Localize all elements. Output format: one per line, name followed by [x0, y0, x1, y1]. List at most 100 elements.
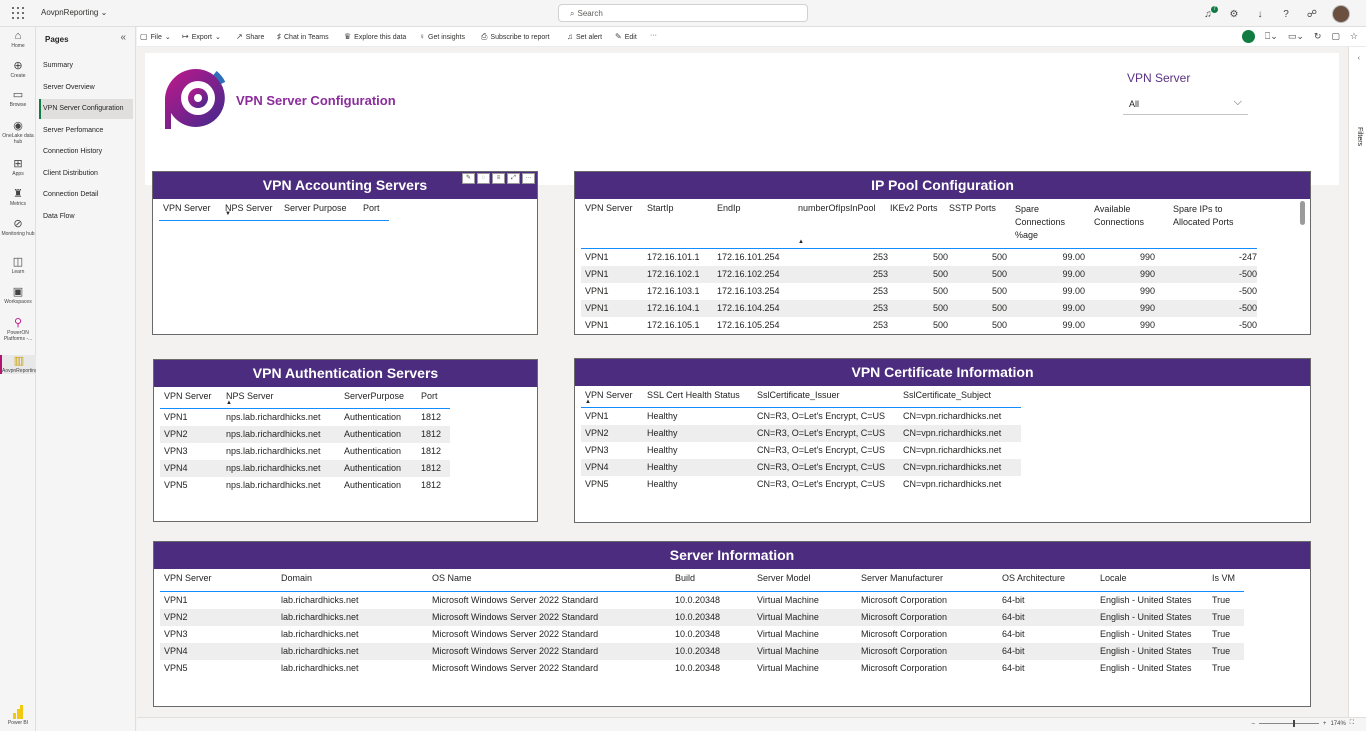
column-header[interactable]: Locale	[1100, 573, 1127, 583]
share-feedback-icon[interactable]: ☍	[1306, 9, 1318, 20]
filters-pane[interactable]: ‹ Filters	[1348, 47, 1366, 717]
column-header[interactable]: numberOfIpsInPool	[798, 203, 876, 213]
server-info-table[interactable]: Server Information VPN Server Domain OS Na…	[153, 541, 1311, 707]
table-row[interactable]: VPN2 Healthy CN=R3, O=Let's Encrypt, C=US C…	[581, 425, 1021, 442]
column-header[interactable]: VPN Server	[164, 573, 212, 583]
chat-teams-button[interactable]: ♯ Chat in Teams	[277, 32, 329, 41]
zoom-out-icon[interactable]: –	[1252, 721, 1255, 727]
column-header[interactable]: SslCertificate_Issuer	[757, 390, 840, 400]
column-header[interactable]: NPS Server	[226, 391, 274, 401]
page-item-0[interactable]: Summary	[39, 56, 133, 76]
file-button[interactable]: ▢ File ⌄	[140, 32, 171, 41]
column-header[interactable]: OS Architecture	[1002, 573, 1065, 583]
ip-pool-table[interactable]: IP Pool Configuration VPN Server StartIp E…	[574, 171, 1311, 335]
column-header[interactable]: Server Model	[757, 573, 811, 583]
column-header[interactable]: VPN Server	[585, 390, 633, 400]
column-header[interactable]: Port	[421, 391, 438, 401]
column-header[interactable]: VPN Server	[163, 203, 211, 213]
table-row[interactable]: VPN3 Healthy CN=R3, O=Let's Encrypt, C=US C…	[581, 442, 1021, 459]
notifications-icon[interactable]: ♫ 7	[1202, 5, 1218, 20]
rail-item-2[interactable]: ▭ Browse	[0, 89, 36, 108]
table-row[interactable]: VPN1 172.16.103.1 172.16.103.254 253 500 500 9…	[581, 283, 1257, 300]
table-row[interactable]: VPN1 172.16.104.1 172.16.104.254 253 500 500 9…	[581, 300, 1257, 317]
table-row[interactable]: VPN1 lab.richardhicks.net Microsoft Window…	[160, 592, 1244, 609]
favorite-star-icon[interactable]: ☆	[1350, 31, 1358, 42]
column-header[interactable]: EndIp	[717, 203, 741, 213]
column-header[interactable]: VPN Server	[164, 391, 212, 401]
rail-item-6[interactable]: ⊘ Monitoring hub	[0, 218, 36, 237]
rail-item-0[interactable]: ⌂ Home	[0, 30, 36, 49]
table-row[interactable]: VPN3 lab.richardhicks.net Microsoft Window…	[160, 626, 1244, 643]
table-row[interactable]: VPN1 nps.lab.richardhicks.net Authenticati…	[160, 409, 450, 426]
more-options-icon[interactable]: ···	[522, 173, 535, 184]
table-row[interactable]: VPN3 nps.lab.richardhicks.net Authenticati…	[160, 443, 450, 460]
table-row[interactable]: VPN5 Healthy CN=R3, O=Let's Encrypt, C=US C…	[581, 476, 1021, 493]
page-item-2[interactable]: VPN Server Configuration	[39, 99, 133, 119]
refresh-icon[interactable]: ↻	[1314, 31, 1322, 42]
column-header[interactable]: NPS Server	[225, 203, 273, 213]
table-row[interactable]: VPN1 172.16.102.1 172.16.102.254 253 500 500 9…	[581, 266, 1257, 283]
table-row[interactable]: VPN1 172.16.101.1 172.16.101.254 253 500 500 9…	[581, 249, 1257, 266]
share-button[interactable]: ↗ Share	[236, 32, 264, 41]
column-header[interactable]: StartIp	[647, 203, 674, 213]
column-header[interactable]: Server Purpose	[284, 203, 347, 213]
column-header[interactable]: SSTP Ports	[949, 203, 996, 213]
table-row[interactable]: VPN2 lab.richardhicks.net Microsoft Window…	[160, 609, 1244, 626]
column-header[interactable]: SSL Cert Health Status	[647, 390, 740, 400]
search-input[interactable]: ⌕ Search	[558, 4, 808, 22]
page-item-5[interactable]: Client Distribution	[39, 164, 133, 184]
column-header[interactable]: OS Name	[432, 573, 472, 583]
explore-data-button[interactable]: ♛ Explore this data	[344, 32, 406, 41]
table-row[interactable]: VPN5 nps.lab.richardhicks.net Authenticati…	[160, 477, 450, 494]
power-bi-switcher[interactable]: Power BI	[0, 705, 36, 726]
column-header[interactable]: ServerPurpose	[344, 391, 404, 401]
export-button[interactable]: ↦ Export ⌄	[182, 32, 221, 41]
help-icon[interactable]: ?	[1280, 9, 1292, 20]
table-row[interactable]: VPN4 nps.lab.richardhicks.net Authenticati…	[160, 460, 450, 477]
table-row[interactable]: VPN4 lab.richardhicks.net Microsoft Window…	[160, 643, 1244, 660]
download-icon[interactable]: ↓	[1254, 9, 1266, 20]
set-alert-button[interactable]: ♫ Set alert	[567, 32, 602, 41]
edit-button[interactable]: ✎ Edit	[615, 32, 637, 41]
user-avatar[interactable]	[1332, 5, 1350, 23]
column-header[interactable]: Domain	[281, 573, 312, 583]
table-row[interactable]: VPN5 lab.richardhicks.net Microsoft Window…	[160, 660, 1244, 677]
column-header[interactable]: Spare IPs to Allocated Ports	[1173, 203, 1258, 229]
zoom-in-icon[interactable]: +	[1323, 721, 1327, 727]
copilot-icon[interactable]	[1241, 30, 1255, 43]
column-header[interactable]: Is VM	[1212, 573, 1235, 583]
chevron-left-icon[interactable]: ‹	[1358, 55, 1360, 62]
authentication-servers-table[interactable]: VPN Authentication Servers VPN Server NPS…	[153, 359, 538, 522]
rail-item-4[interactable]: ⊞ Apps	[0, 158, 36, 177]
page-item-7[interactable]: Data Flow	[39, 207, 133, 227]
workspace-switcher[interactable]: AovpnReporting ⌄	[41, 8, 107, 17]
zoom-slider[interactable]	[1258, 720, 1319, 727]
column-header[interactable]: Spare Connections %age	[1015, 203, 1085, 242]
column-header[interactable]: Port	[363, 203, 380, 213]
rail-item-9[interactable]: ⚲ PowerON Platforms -...	[0, 317, 36, 342]
more-button[interactable]: ···	[650, 32, 657, 39]
fit-page-icon[interactable]: ⛶	[1350, 720, 1354, 727]
column-header[interactable]: VPN Server	[585, 203, 633, 213]
rail-item-1[interactable]: ⊕ Create	[0, 60, 36, 79]
table-row[interactable]: VPN1 Healthy CN=R3, O=Let's Encrypt, C=US C…	[581, 408, 1021, 425]
focus-mode-icon[interactable]: ⤢	[507, 173, 520, 184]
page-item-6[interactable]: Connection Detail	[39, 185, 133, 205]
copy-icon[interactable]: ◌	[477, 173, 490, 184]
subscribe-button[interactable]: ⎙ Subscribe to report	[481, 32, 550, 42]
zoom-control[interactable]: – + 174% ⛶	[1252, 720, 1354, 727]
app-launcher-icon[interactable]	[12, 7, 24, 19]
collapse-pane-icon[interactable]: «	[120, 32, 126, 43]
table-row[interactable]: VPN4 Healthy CN=R3, O=Let's Encrypt, C=US C…	[581, 459, 1021, 476]
pin-icon[interactable]: ✎	[462, 173, 475, 184]
column-header[interactable]: Build	[675, 573, 695, 583]
column-header[interactable]: Server Manufacturer	[861, 573, 943, 583]
accounting-servers-table[interactable]: VPN Accounting Servers ✎ ◌ ≡ ⤢ ··· VPN S…	[152, 171, 538, 335]
filter-icon[interactable]: ≡	[492, 173, 505, 184]
comment-icon[interactable]: ▢	[1331, 31, 1340, 42]
settings-gear-icon[interactable]: ⚙	[1228, 9, 1240, 20]
rail-item-8[interactable]: ▣ Workspaces	[0, 286, 36, 305]
column-header[interactable]: Available Connections	[1094, 203, 1164, 229]
page-item-1[interactable]: Server Overview	[39, 78, 133, 98]
rail-item-7[interactable]: ◫ Learn	[0, 256, 36, 275]
